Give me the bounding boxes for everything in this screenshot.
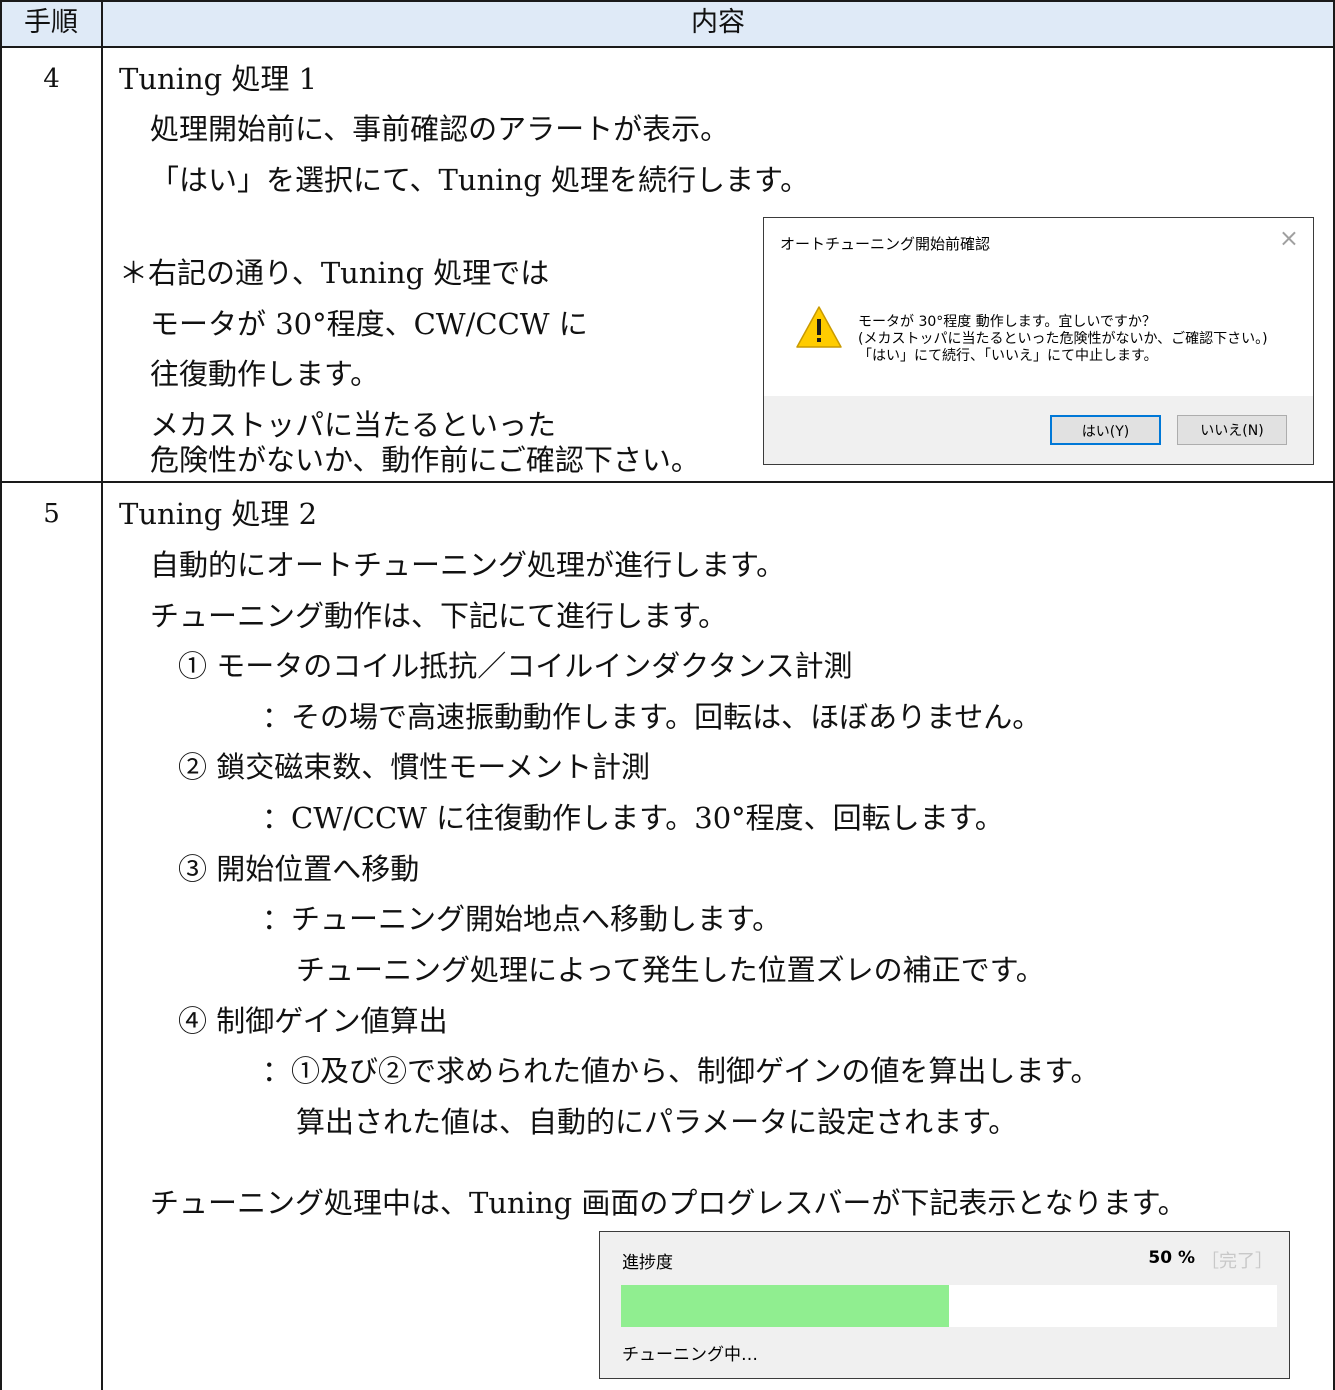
- confirm-dialog: オートチューニング開始前確認 × モータが 30°程度 動作します。宜しいですか…: [763, 217, 1314, 465]
- step4-note: メカストッパに当たるといった: [150, 408, 557, 442]
- row-divider: [0, 481, 1335, 483]
- step5-item-head: ① モータのコイル抵抗／コイルインダクタンス計測: [178, 649, 853, 683]
- progress-complete-label: ［完了］: [1201, 1251, 1273, 1272]
- progress-bar-fill: [621, 1285, 949, 1327]
- step4-note: ＊右記の通り、Tuning 処理では: [119, 256, 550, 290]
- header-step: 手順: [24, 7, 78, 38]
- table-border-left: [0, 0, 2, 1390]
- step4-note: 往復動作します。: [150, 357, 380, 391]
- progress-intro: チューニング処理中は、Tuning 画面のプログレスバーが下記表示となります。: [150, 1186, 1187, 1220]
- step5-item-head: ③ 開始位置へ移動: [178, 852, 420, 886]
- warning-icon: [796, 306, 842, 348]
- header-divider: [0, 46, 1335, 48]
- yes-button[interactable]: はい(Y): [1050, 415, 1161, 445]
- dialog-message-line: (メカストッパに当たるといった危険性がないか、ご確認下さい。): [858, 331, 1268, 347]
- no-button[interactable]: いいえ(N): [1177, 415, 1287, 445]
- dialog-footer: はい(Y) いいえ(N): [764, 396, 1313, 464]
- step4-line: 「はい」を選択にて、Tuning 処理を続行します。: [150, 163, 810, 197]
- step4-title: Tuning 処理 1: [119, 62, 318, 96]
- step-number-4: 4: [43, 64, 60, 94]
- step5-item-desc: ：チューニング開始地点へ移動します。: [262, 902, 782, 936]
- dialog-message-line: 「はい」にて続行、「いいえ」にて中止します。: [858, 348, 1158, 364]
- step5-item-desc: ：CW/CCW に往復動作します。30°程度、回転します。: [262, 801, 1004, 835]
- step5-item-desc: ：①及び②で求められた値から、制御ゲインの値を算出します。: [262, 1054, 1100, 1088]
- dialog-message-line: モータが 30°程度 動作します。宜しいですか？: [858, 314, 1156, 330]
- dialog-message: モータが 30°程度 動作します。宜しいですか？ (メカストッパに当たるといった…: [858, 314, 1268, 365]
- progress-label: 進捗度: [622, 1253, 673, 1273]
- progress-percent: 50 %: [1148, 1248, 1195, 1268]
- step5-item-desc: チューニング処理によって発生した位置ズレの補正です。: [296, 953, 1045, 987]
- step4-line: 処理開始前に、事前確認のアラートが表示。: [150, 112, 730, 146]
- procedure-table: 手順 内容 4 Tuning 処理 1 処理開始前に、事前確認のアラートが表示。…: [0, 0, 1335, 1390]
- progress-status: チューニング中…: [622, 1345, 758, 1365]
- step5-item-desc: 算出された値は、自動的にパラメータに設定されます。: [296, 1105, 1018, 1139]
- step5-line: チューニング動作は、下記にて進行します。: [150, 599, 728, 633]
- progress-bar: [621, 1285, 1277, 1327]
- step5-item-head: ④ 制御ゲイン値算出: [178, 1004, 448, 1038]
- step4-note: 危険性がないか、動作前にご確認下さい。: [150, 443, 700, 477]
- header-content: 内容: [691, 7, 745, 38]
- table-border-top: [0, 0, 1335, 2]
- step5-item-desc: ：その場で高速振動動作します。回転は、ほぼありません。: [262, 700, 1042, 734]
- progress-panel: 進捗度 50 % ［完了］ チューニング中…: [599, 1231, 1290, 1379]
- close-icon[interactable]: ×: [1279, 226, 1299, 250]
- step-number-5: 5: [43, 499, 60, 529]
- step5-title: Tuning 処理 2: [119, 497, 318, 531]
- dialog-title: オートチューニング開始前確認: [780, 235, 991, 253]
- step5-line: 自動的にオートチューニング処理が進行します。: [150, 548, 786, 582]
- step5-item-head: ② 鎖交磁束数、慣性モーメント計測: [178, 750, 651, 784]
- step4-note: モータが 30°程度、CW/CCW に: [150, 307, 588, 341]
- column-divider: [101, 0, 103, 1390]
